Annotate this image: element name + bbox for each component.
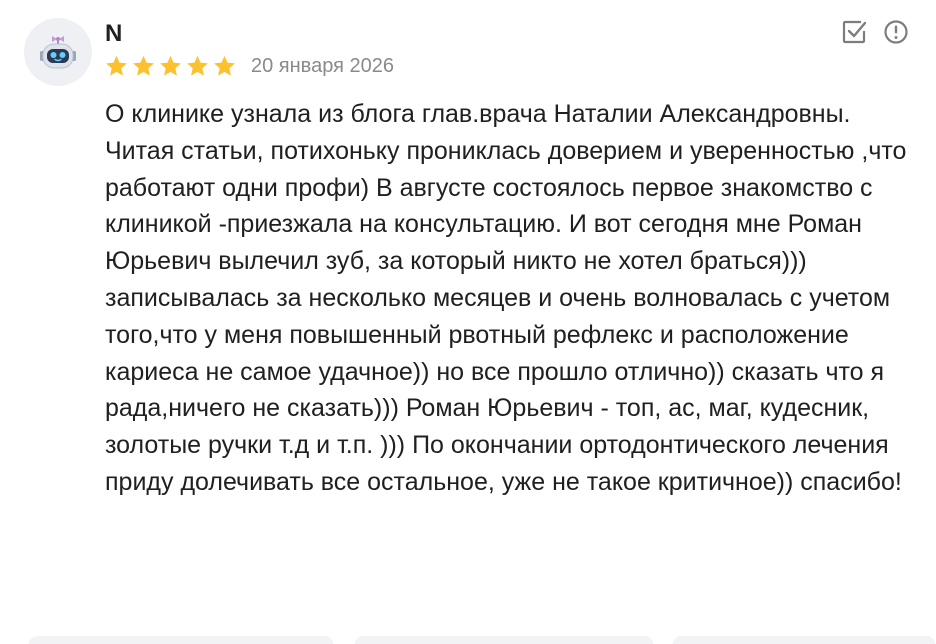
robot-avatar-icon: [40, 36, 76, 69]
bottom-chip-row: [0, 636, 936, 644]
star-icon: [106, 55, 127, 76]
review-date: 20 января 2026: [251, 55, 394, 77]
review-actions: [840, 18, 910, 46]
star-icon: [187, 55, 208, 76]
rating-stars: [104, 54, 237, 79]
avatar[interactable]: [24, 18, 92, 86]
star-icon: [214, 55, 235, 76]
chip[interactable]: [28, 636, 334, 644]
star-icon: [160, 55, 181, 76]
checkbox-edit-icon: [842, 20, 867, 44]
chip[interactable]: [672, 636, 936, 644]
review-meta: 20 января 2026: [104, 52, 394, 80]
star-icon: [133, 55, 154, 76]
report-button[interactable]: [882, 18, 910, 46]
author-name[interactable]: N: [105, 20, 122, 48]
exclamation-circle-icon: [884, 20, 908, 44]
review-card: N 20 января 2026 О клинике узнала из бло…: [0, 0, 936, 644]
chip[interactable]: [354, 636, 654, 644]
edit-button[interactable]: [840, 18, 868, 46]
review-text: О клинике узнала из блога глав.врача Нат…: [105, 100, 907, 496]
